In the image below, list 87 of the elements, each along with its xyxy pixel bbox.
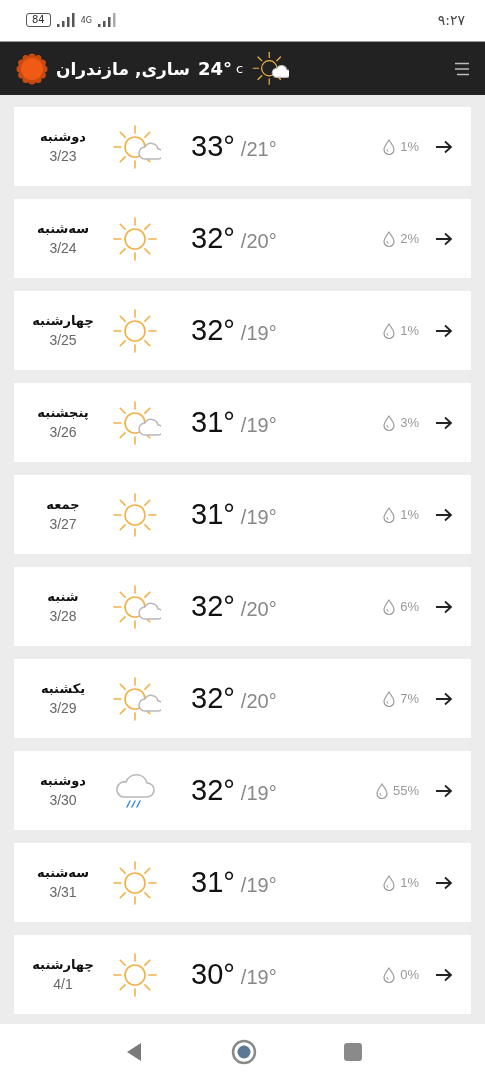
arrow-right-icon[interactable] <box>435 783 453 798</box>
date: 3/24 <box>49 240 77 257</box>
date: 3/29 <box>49 700 77 717</box>
high-temperature: 30° <box>191 958 235 992</box>
city-name: ساری, مازندران <box>56 58 190 79</box>
high-temperature: 32° <box>191 774 235 808</box>
drop-icon <box>383 598 396 615</box>
date: 3/28 <box>49 608 77 625</box>
sun-cloud-icon <box>110 122 161 171</box>
drop-icon <box>383 506 396 523</box>
high-temperature: 31° <box>191 866 235 900</box>
low-temperature: /20° <box>240 229 277 253</box>
arrow-right-icon[interactable] <box>435 139 453 154</box>
date: 3/31 <box>49 884 77 901</box>
precipitation-chance: 3% <box>400 415 419 431</box>
day-name: شنبه <box>47 589 79 605</box>
low-temperature: /19° <box>240 965 277 989</box>
day-name: یکشنبه <box>40 681 86 697</box>
drop-icon <box>383 690 396 707</box>
low-temperature: /20° <box>240 597 277 621</box>
date: 3/30 <box>49 792 77 809</box>
day-name: سه‌شنبه <box>37 865 89 881</box>
day-name: پنجشنبه <box>37 405 89 421</box>
day-name: جمعه <box>46 497 80 513</box>
precipitation-chance: 2% <box>400 231 419 247</box>
precipitation-chance: 7% <box>400 691 419 707</box>
high-temperature: 31° <box>191 406 235 440</box>
day-name: سه‌شنبه <box>37 221 89 237</box>
low-temperature: /19° <box>240 873 277 897</box>
high-temperature: 33° <box>191 130 235 164</box>
drop-icon <box>383 138 396 155</box>
arrow-right-icon[interactable] <box>435 599 453 614</box>
recent-apps-icon[interactable] <box>342 1042 363 1063</box>
arrow-right-icon[interactable] <box>435 323 453 338</box>
sun-cloud-icon <box>110 674 161 723</box>
low-temperature: /19° <box>240 781 277 805</box>
precipitation-chance: 1% <box>400 139 419 155</box>
arrow-right-icon[interactable] <box>435 875 453 890</box>
date: 3/26 <box>49 424 77 441</box>
high-temperature: 32° <box>191 314 235 348</box>
low-temperature: /20° <box>240 689 277 713</box>
precipitation-chance: 1% <box>400 875 419 891</box>
arrow-right-icon[interactable] <box>435 507 453 522</box>
sun-logo-icon <box>16 52 48 85</box>
day-name: چهارشنبه <box>32 957 94 973</box>
sun-cloud-icon <box>110 398 161 447</box>
network-type: 4G <box>80 15 93 25</box>
drop-icon <box>383 874 396 891</box>
low-temperature: /19° <box>240 413 277 437</box>
precipitation-chance: 0% <box>400 967 419 983</box>
precipitation-chance: 6% <box>400 599 419 615</box>
arrow-right-icon[interactable] <box>435 415 453 430</box>
low-temperature: /19° <box>240 505 277 529</box>
sun-cloud-icon <box>110 582 161 631</box>
day-name: چهارشنبه <box>32 313 94 329</box>
precipitation-chance: 1% <box>400 507 419 523</box>
signal-icon <box>97 13 118 28</box>
drop-icon <box>383 414 396 431</box>
low-temperature: /21° <box>240 137 277 161</box>
menu-icon[interactable] <box>453 61 471 76</box>
day-name: دوشنبه <box>39 129 86 145</box>
high-temperature: 32° <box>191 682 235 716</box>
drop-icon <box>375 782 388 799</box>
date: 3/25 <box>49 332 77 349</box>
high-temperature: 31° <box>191 498 235 532</box>
day-name: دوشنبه <box>39 773 86 789</box>
arrow-right-icon[interactable] <box>435 231 453 246</box>
status-time: ۹:۲۷ <box>437 12 465 29</box>
signal-icon <box>55 13 76 28</box>
date: 3/27 <box>49 516 77 533</box>
high-temperature: 32° <box>191 222 235 256</box>
arrow-right-icon[interactable] <box>435 691 453 706</box>
date: 3/23 <box>49 148 77 165</box>
drop-icon <box>383 230 396 247</box>
sun-cloud-icon <box>251 50 290 87</box>
temperature-unit: c <box>235 61 244 77</box>
precipitation-chance: 1% <box>400 323 419 339</box>
home-icon[interactable] <box>230 1039 257 1066</box>
high-temperature: 32° <box>191 590 235 624</box>
battery-indicator: 84 <box>26 13 51 28</box>
precipitation-chance: 55% <box>392 783 419 799</box>
drop-icon <box>383 322 396 339</box>
date: 4/1 <box>53 976 73 993</box>
arrow-right-icon[interactable] <box>435 967 453 982</box>
low-temperature: /19° <box>240 321 277 345</box>
drop-icon <box>383 966 396 983</box>
current-temperature: 24° <box>197 58 232 80</box>
